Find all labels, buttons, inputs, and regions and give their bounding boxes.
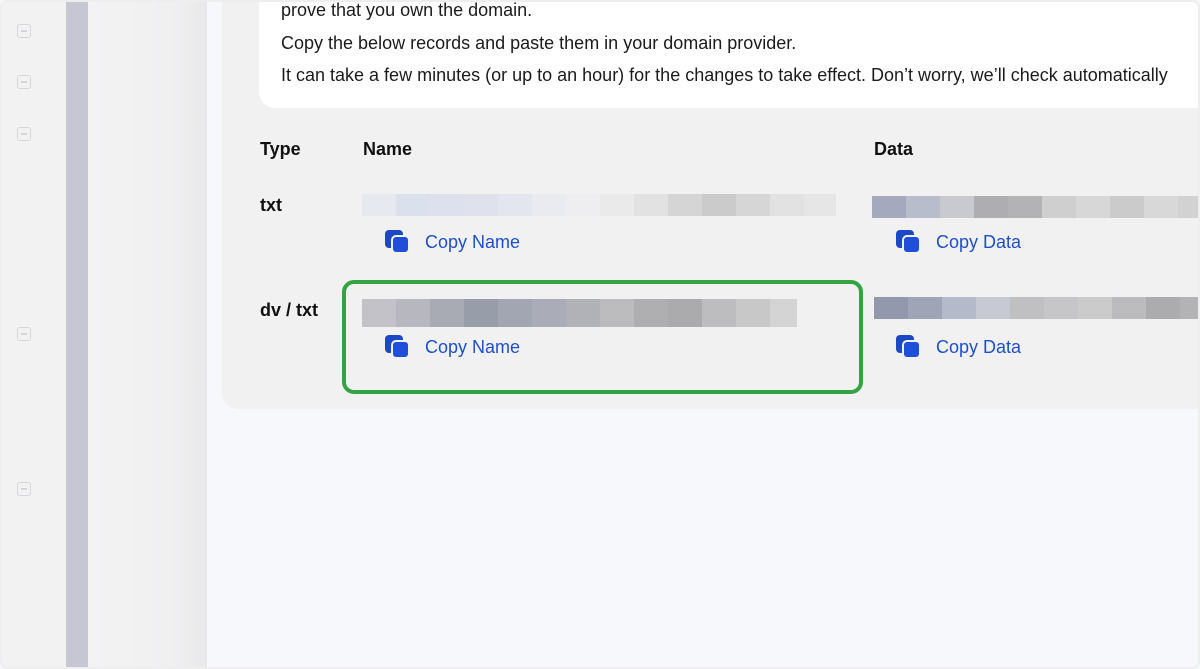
record-data-value <box>874 297 1198 319</box>
arrow-square-icon[interactable] <box>17 327 31 341</box>
copy-icon <box>896 335 922 359</box>
side-panel <box>88 2 207 667</box>
arrow-square-icon[interactable] <box>17 127 31 141</box>
copy-data-button[interactable]: Copy Data <box>896 230 1021 254</box>
record-name-value <box>362 194 836 216</box>
record-type: dv / txt <box>260 300 319 320</box>
arrow-square-icon[interactable] <box>17 24 31 38</box>
record-type: txt <box>260 195 282 215</box>
instruction-text: prove that you own the domain. <box>281 0 533 20</box>
copy-icon <box>385 230 411 254</box>
column-header-data: Data <box>874 139 914 159</box>
copy-icon <box>896 230 922 254</box>
record-data-value <box>872 196 1198 218</box>
instruction-text: It can take a few minutes (or up to an h… <box>281 65 1168 85</box>
instruction-text: Copy the below records and paste them in… <box>281 33 797 53</box>
copy-data-button[interactable]: Copy Data <box>896 335 1021 359</box>
copy-name-label: Copy Name <box>425 231 521 252</box>
instructions-card: prove that you own the domain. Copy the … <box>259 0 1198 108</box>
column-header-name: Name <box>363 139 413 159</box>
arrow-square-icon[interactable] <box>17 75 31 89</box>
app-window: prove that you own the domain. Copy the … <box>0 0 1200 669</box>
column-header-type: Type <box>260 139 301 159</box>
highlight-box <box>342 280 863 394</box>
sidebar-strip <box>66 2 88 667</box>
copy-name-button[interactable]: Copy Name <box>385 230 520 254</box>
copy-data-label: Copy Data <box>936 336 1022 357</box>
arrow-square-icon[interactable] <box>17 482 31 496</box>
icon-rail <box>2 2 66 667</box>
copy-data-label: Copy Data <box>936 231 1022 252</box>
